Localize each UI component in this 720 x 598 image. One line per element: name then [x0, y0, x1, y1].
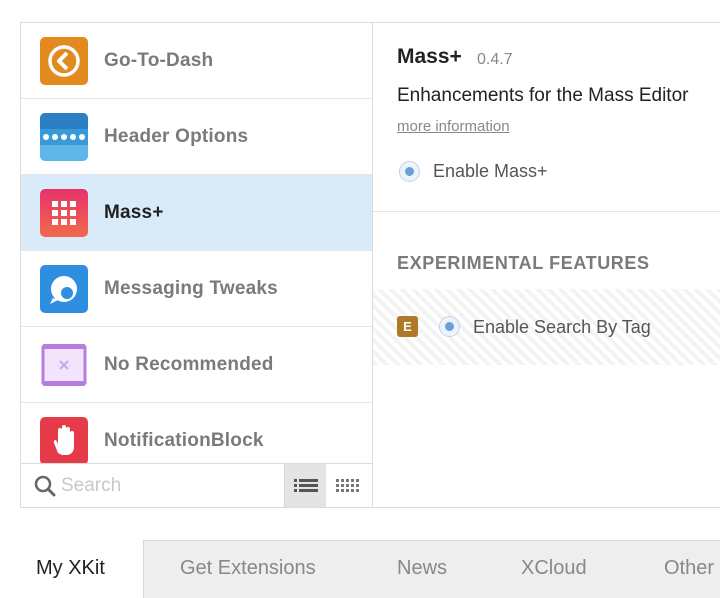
search-icon — [33, 474, 57, 498]
sidebar-item-label: Mass+ — [104, 202, 164, 223]
notification-block-icon — [40, 417, 88, 465]
grid-view-icon — [336, 479, 359, 492]
messaging-tweaks-icon — [40, 265, 88, 313]
sidebar-item-header-options[interactable]: Header Options — [21, 99, 372, 175]
more-information-link[interactable]: more information — [397, 118, 510, 135]
header-options-icon — [40, 113, 88, 161]
enable-search-by-tag-label[interactable]: Enable Search By Tag — [473, 317, 651, 338]
tab-my-xkit[interactable]: My XKit — [36, 540, 105, 598]
tab-get-extensions[interactable]: Get Extensions — [180, 540, 316, 598]
list-view-button[interactable] — [284, 464, 326, 507]
experimental-badge: E — [397, 316, 418, 337]
enable-extension-label[interactable]: Enable Mass+ — [433, 161, 548, 182]
extension-detail: Mass+ 0.4.7 Enhancements for the Mass Ed… — [373, 23, 720, 507]
divider — [373, 211, 720, 212]
sidebar-item-label: No Recommended — [104, 354, 274, 375]
enable-extension-toggle[interactable] — [399, 161, 420, 182]
go-to-dash-icon — [40, 37, 88, 85]
tab-news[interactable]: News — [397, 540, 447, 598]
bottom-tab-bar: My XKit Get Extensions News XCloud Other — [0, 540, 720, 598]
grid-view-button[interactable] — [326, 464, 372, 507]
experimental-features-heading: EXPERIMENTAL FEATURES — [397, 253, 650, 273]
tab-xcloud[interactable]: XCloud — [521, 540, 587, 598]
no-recommended-icon — [40, 341, 88, 389]
sidebar-item-go-to-dash[interactable]: Go-To-Dash — [21, 23, 372, 99]
sidebar-item-no-recommended[interactable]: No Recommended — [21, 327, 372, 403]
mass-plus-icon — [40, 189, 88, 237]
sidebar-item-label: Messaging Tweaks — [104, 278, 278, 299]
extension-description: Enhancements for the Mass Editor — [397, 85, 689, 106]
search-input[interactable] — [61, 472, 277, 500]
extensions-panel: Go-To-Dash Header Options Mass+ Messagin… — [20, 22, 720, 508]
enable-search-by-tag-toggle[interactable] — [439, 316, 460, 337]
sidebar-item-label: Go-To-Dash — [104, 50, 214, 71]
tab-other[interactable]: Other — [664, 540, 720, 598]
search-bar — [21, 463, 372, 507]
sidebar-item-label: Header Options — [104, 126, 249, 147]
sidebar-item-messaging-tweaks[interactable]: Messaging Tweaks — [21, 251, 372, 327]
experimental-feature-row: E Enable Search By Tag — [373, 289, 720, 365]
list-view-icon — [294, 479, 318, 492]
sidebar-item-mass-plus[interactable]: Mass+ — [21, 175, 372, 251]
extensions-sidebar: Go-To-Dash Header Options Mass+ Messagin… — [21, 23, 373, 507]
extension-version: 0.4.7 — [477, 51, 513, 68]
extension-title: Mass+ — [397, 45, 462, 68]
